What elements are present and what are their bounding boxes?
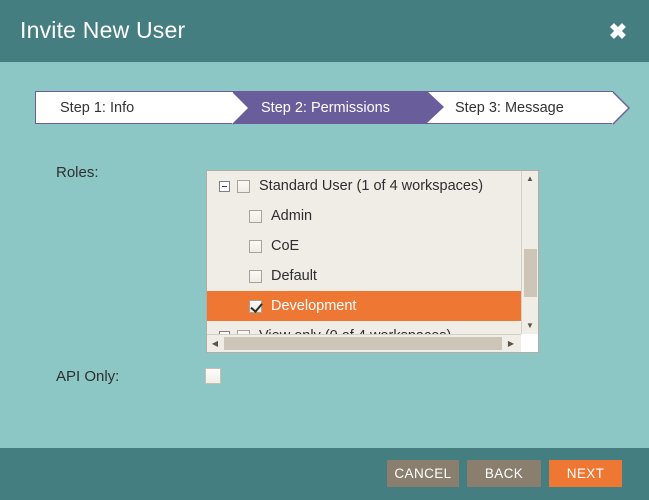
tree-row-checkbox[interactable] <box>237 180 250 193</box>
roles-tree-panel: Standard User (1 of 4 workspaces) Admin … <box>206 170 539 353</box>
step-tab-info-label: Step 1: Info <box>60 100 134 116</box>
horizontal-scrollbar-thumb[interactable] <box>224 337 502 350</box>
back-button[interactable]: BACK <box>467 460 541 487</box>
vertical-scrollbar-thumb[interactable] <box>524 249 537 297</box>
tree-row-label: CoE <box>271 238 299 254</box>
tree-row[interactable]: CoE <box>207 231 522 261</box>
horizontal-scrollbar[interactable]: ◀ ▶ <box>207 334 538 352</box>
step-wizard-breadcrumb: Step 1: Info Step 2: Permissions Step 3:… <box>35 91 613 124</box>
dialog-titlebar: Invite New User ✖ <box>0 0 649 62</box>
tree-row-checkbox[interactable] <box>249 270 262 283</box>
tree-row-label: Development <box>271 298 356 314</box>
invite-new-user-dialog: Invite New User ✖ Step 1: Info Step 2: P… <box>0 0 649 500</box>
scrollbar-corner <box>521 334 538 352</box>
roles-tree-viewport: Standard User (1 of 4 workspaces) Admin … <box>207 171 522 334</box>
dialog-footer: CANCEL BACK NEXT <box>0 448 649 500</box>
tree-row[interactable]: View only (0 of 4 workspaces) <box>207 321 522 334</box>
close-icon[interactable]: ✖ <box>605 19 631 45</box>
cancel-button[interactable]: CANCEL <box>387 460 459 487</box>
tree-row-label: Standard User (1 of 4 workspaces) <box>259 178 483 194</box>
tree-row-checkbox-checked[interactable] <box>249 300 262 313</box>
step-tab-message-label: Step 3: Message <box>455 100 564 116</box>
step-tab-permissions-label: Step 2: Permissions <box>261 100 390 116</box>
collapse-minus-icon[interactable] <box>219 181 230 192</box>
scroll-up-arrow-icon[interactable]: ▲ <box>522 171 538 187</box>
step-tab-permissions[interactable]: Step 2: Permissions <box>233 91 427 124</box>
tree-row[interactable]: Default <box>207 261 522 291</box>
tree-row[interactable]: Standard User (1 of 4 workspaces) <box>207 171 522 201</box>
tree-row-label: Admin <box>271 208 312 224</box>
tree-row-checkbox[interactable] <box>249 240 262 253</box>
tree-row-label: Default <box>271 268 317 284</box>
step-tab-info[interactable]: Step 1: Info <box>35 91 233 124</box>
tree-row[interactable]: Admin <box>207 201 522 231</box>
scroll-left-arrow-icon[interactable]: ◀ <box>207 335 223 352</box>
tree-row-selected[interactable]: Development <box>207 291 522 321</box>
scroll-right-arrow-icon[interactable]: ▶ <box>503 335 519 352</box>
roles-label: Roles: <box>56 164 99 181</box>
step-tab-message[interactable]: Step 3: Message <box>427 91 613 124</box>
dialog-title: Invite New User <box>20 17 185 44</box>
api-only-label: API Only: <box>56 368 119 385</box>
scroll-down-arrow-icon[interactable]: ▼ <box>522 318 538 334</box>
tree-row-checkbox[interactable] <box>249 210 262 223</box>
vertical-scrollbar[interactable]: ▲ ▼ <box>521 171 538 334</box>
api-only-checkbox[interactable] <box>205 368 221 384</box>
next-button[interactable]: NEXT <box>549 460 622 487</box>
